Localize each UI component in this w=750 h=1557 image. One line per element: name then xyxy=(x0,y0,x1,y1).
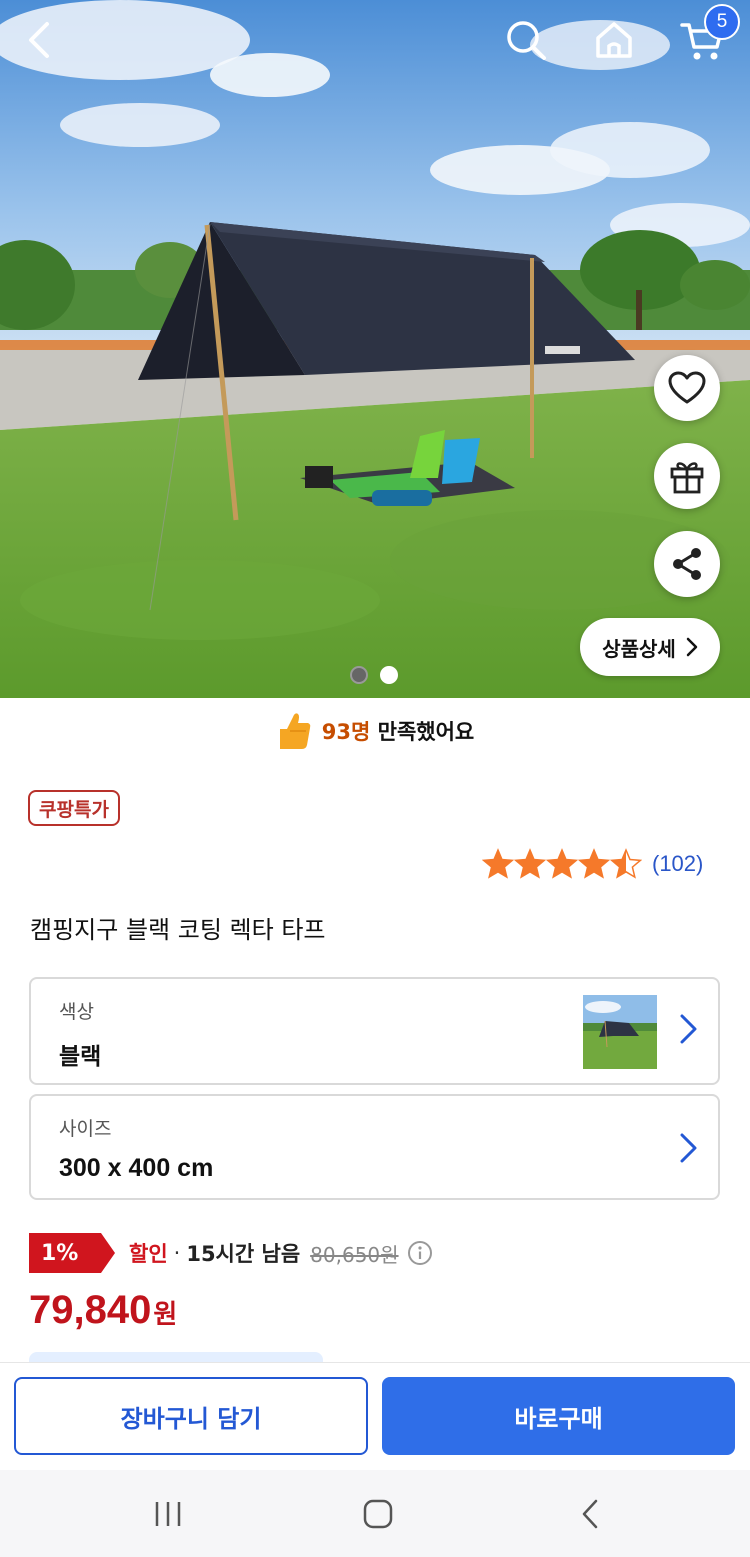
product-image-carousel[interactable]: 5 상품상세 xyxy=(0,0,750,698)
share-button[interactable] xyxy=(654,531,720,597)
coupang-deal-badge: 쿠팡특가 xyxy=(28,790,120,826)
sale-price-currency: 원 xyxy=(153,1300,178,1330)
gift-button[interactable] xyxy=(654,443,720,509)
add-to-cart-button[interactable]: 장바구니 담기 xyxy=(14,1377,368,1455)
satisfaction-banner: 93명 만족했어요 xyxy=(0,700,750,762)
rating-star xyxy=(577,848,611,879)
color-option-label: 색상 xyxy=(59,1001,94,1023)
star-rating-icon xyxy=(482,848,642,879)
cart-count-badge: 5 xyxy=(704,4,740,40)
rating-star xyxy=(609,848,642,879)
heart-icon xyxy=(668,371,706,404)
carousel-indicator xyxy=(350,666,398,684)
product-photo xyxy=(0,0,750,698)
home-button[interactable] xyxy=(586,12,642,68)
rating-star xyxy=(513,848,547,879)
satisfied-count: 93명 xyxy=(321,720,371,744)
home-icon xyxy=(596,22,632,58)
size-option-label: 사이즈 xyxy=(59,1118,112,1140)
back-button[interactable] xyxy=(12,12,68,68)
carousel-dot[interactable] xyxy=(350,666,368,684)
size-option-value: 300 x 400 cm xyxy=(59,1154,214,1182)
system-navigation-bar xyxy=(0,1470,750,1557)
discount-label: 할인 xyxy=(129,1242,168,1266)
share-icon xyxy=(673,548,701,580)
review-count[interactable]: (102) xyxy=(652,851,703,877)
rating-star xyxy=(545,848,579,879)
rating-summary[interactable]: (102) xyxy=(482,846,703,882)
separator-dot: · xyxy=(173,1241,181,1265)
buy-now-button[interactable]: 바로구매 xyxy=(382,1377,735,1455)
info-icon[interactable] xyxy=(407,1240,433,1266)
time-remaining: 15시간 남음 xyxy=(186,1242,301,1266)
product-detail-label: 상품상세 xyxy=(602,636,676,661)
rating-star xyxy=(482,848,515,879)
carousel-dot[interactable] xyxy=(380,666,398,684)
gift-icon xyxy=(670,462,704,494)
purchase-action-bar: 장바구니 담기 바로구매 xyxy=(0,1362,750,1470)
system-back-button[interactable] xyxy=(560,1484,620,1544)
discount-percent-tag: 1% xyxy=(29,1233,115,1273)
color-option-value: 블랙 xyxy=(59,1044,102,1070)
wishlist-button[interactable] xyxy=(654,355,720,421)
chevron-right-icon xyxy=(680,1133,697,1163)
size-option-selector[interactable]: 사이즈 300 x 400 cm xyxy=(29,1094,720,1200)
system-home-button[interactable] xyxy=(348,1484,408,1544)
chevron-left-icon xyxy=(29,22,49,58)
chevron-right-icon xyxy=(686,637,698,657)
recent-apps-icon xyxy=(155,1502,181,1526)
satisfied-text: 만족했어요 xyxy=(377,720,475,744)
sale-price: 79,840 원 xyxy=(29,1288,177,1333)
search-icon xyxy=(507,21,546,60)
sale-price-amount: 79,840 xyxy=(29,1288,152,1332)
recent-apps-button[interactable] xyxy=(138,1484,198,1544)
chevron-right-icon xyxy=(680,1014,697,1044)
color-option-selector[interactable]: 색상 블랙 xyxy=(29,977,720,1085)
rounded-square-icon xyxy=(363,1499,393,1529)
product-detail-button[interactable]: 상품상세 xyxy=(580,618,720,676)
original-price: 80,650원 xyxy=(310,1242,399,1267)
search-button[interactable] xyxy=(498,12,554,68)
discount-row: 1% 할인 · 15시간 남음 80,650원 xyxy=(29,1233,433,1273)
thumbs-up-icon xyxy=(279,713,311,749)
color-option-thumbnail xyxy=(583,995,657,1069)
product-title: 캠핑지구 블랙 코팅 렉타 타프 xyxy=(30,916,326,944)
chevron-left-icon xyxy=(582,1499,598,1529)
